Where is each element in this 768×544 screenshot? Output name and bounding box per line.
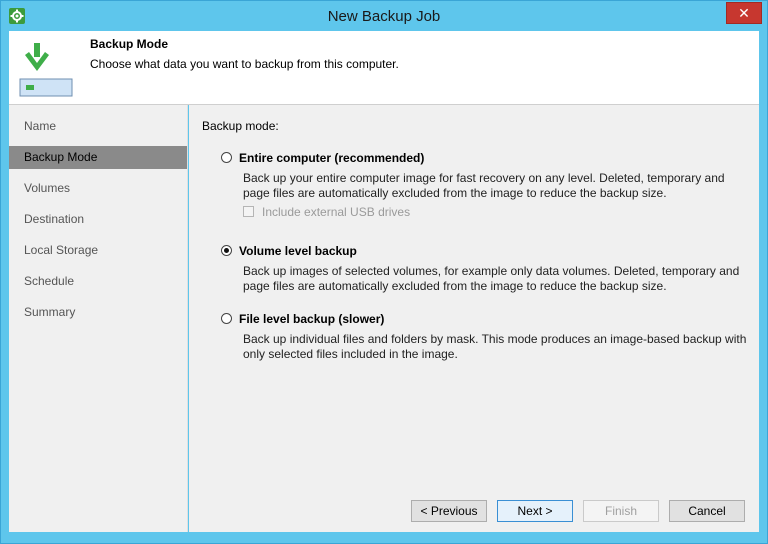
description-line: page files are automatically excluded fr… — [243, 279, 667, 293]
nav-item-backup-mode[interactable]: Backup Mode — [9, 146, 187, 169]
window-title: New Backup Job — [327, 8, 441, 25]
description-line: Back up your entire computer image for f… — [243, 171, 725, 185]
previous-button[interactable]: < Previous — [411, 500, 487, 522]
cancel-button[interactable]: Cancel — [669, 500, 745, 522]
page-title: Backup Mode — [90, 37, 169, 51]
nav-item-schedule[interactable]: Schedule — [9, 270, 187, 293]
dialog-window: New Backup Job ✕ Backup Mode Choose what… — [0, 0, 768, 544]
wizard-footer: < Previous Next > Finish Cancel — [189, 485, 759, 532]
volume-level-label[interactable]: Volume level backup — [239, 244, 357, 258]
file-level-label[interactable]: File level backup (slower) — [239, 312, 384, 326]
nav-item-destination[interactable]: Destination — [9, 208, 187, 231]
include-usb-label[interactable]: Include external USB drives — [262, 205, 410, 219]
entire-computer-label[interactable]: Entire computer (recommended) — [239, 151, 424, 165]
close-icon: ✕ — [738, 5, 750, 21]
description-line: Back up images of selected volumes, for … — [243, 264, 740, 278]
nav-item-summary[interactable]: Summary — [9, 301, 187, 324]
file-level-radio[interactable] — [221, 313, 232, 324]
backup-download-icon — [19, 41, 73, 97]
entire-computer-description: Back up your entire computer image for f… — [243, 171, 753, 201]
nav-item-name[interactable]: Name — [9, 115, 187, 138]
description-line: page files are automatically excluded fr… — [243, 186, 667, 200]
title-bar[interactable]: New Backup Job ✕ — [1, 1, 767, 31]
nav-item-volumes[interactable]: Volumes — [9, 177, 187, 200]
file-level-description: Back up individual files and folders by … — [243, 332, 753, 362]
nav-item-local-storage[interactable]: Local Storage — [9, 239, 187, 262]
volume-level-description: Back up images of selected volumes, for … — [243, 264, 753, 294]
section-label: Backup mode: — [202, 119, 279, 133]
description-line: Back up individual files and folders by … — [243, 332, 747, 346]
volume-level-radio[interactable] — [221, 245, 232, 256]
page-subtitle: Choose what data you want to backup from… — [90, 57, 399, 71]
wizard-header: Backup Mode Choose what data you want to… — [9, 31, 759, 105]
include-usb-checkbox[interactable] — [243, 206, 254, 217]
backup-mode-panel: Backup mode: Entire computer (recommende… — [189, 105, 759, 485]
next-button[interactable]: Next > — [497, 500, 573, 522]
entire-computer-radio[interactable] — [221, 152, 232, 163]
wizard-step-nav: Name Backup Mode Volumes Destination Loc… — [9, 105, 188, 532]
finish-button[interactable]: Finish — [583, 500, 659, 522]
description-line: only selected files included in the imag… — [243, 347, 458, 361]
close-button[interactable]: ✕ — [726, 2, 762, 24]
